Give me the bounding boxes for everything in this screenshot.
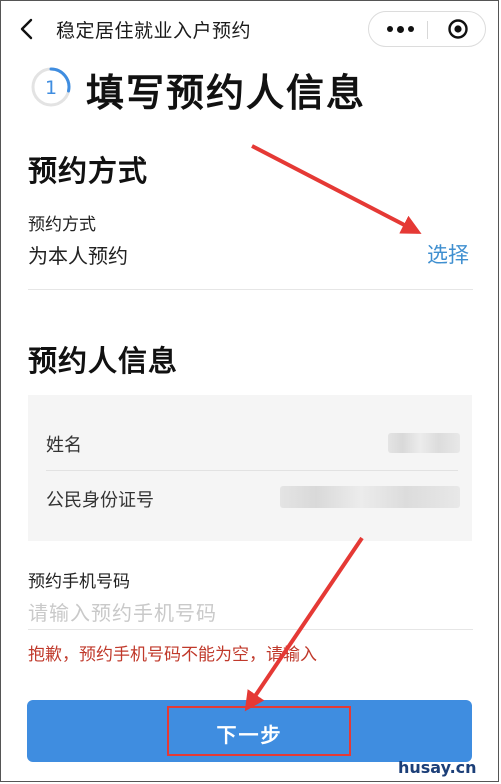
- nav-bar: 稳定居住就业入户预约: [0, 0, 501, 58]
- annotation-arrow-to-select: [251, 144, 422, 234]
- step-title: 填写预约人信息: [86, 71, 367, 115]
- booking-method-value: 为本人预约: [28, 244, 128, 268]
- step-progress-icon: 1: [31, 67, 71, 107]
- annotation-arrow-to-next: [244, 536, 364, 712]
- close-target-icon[interactable]: [447, 18, 469, 40]
- booking-method-label: 预约方式: [28, 215, 96, 235]
- step-number: 1: [45, 77, 57, 99]
- phone-input[interactable]: 请输入预约手机号码: [28, 597, 217, 626]
- phone-label: 预约手机号码: [28, 572, 130, 592]
- page-title: 稳定居住就业入户预约: [56, 20, 252, 42]
- mini-program-capsule: [368, 11, 486, 47]
- booker-info-heading: 预约人信息: [28, 344, 179, 378]
- annotation-arrows: [244, 144, 422, 712]
- id-number-label: 公民身份证号: [46, 490, 154, 511]
- more-icon[interactable]: [383, 22, 417, 36]
- booker-info-card: [28, 395, 472, 541]
- divider: [28, 289, 473, 290]
- divider: [28, 629, 473, 630]
- phone-error-message: 抱歉，预约手机号码不能为空，请输入: [28, 645, 317, 665]
- name-label: 姓名: [46, 435, 82, 456]
- capsule-divider: [427, 21, 428, 39]
- watermark: husay.cn: [398, 758, 477, 777]
- annotation-highlight-box: [167, 706, 351, 756]
- divider: [46, 470, 458, 471]
- select-booking-method-link[interactable]: 选择: [427, 239, 469, 269]
- id-number-value-redacted: [280, 486, 460, 508]
- booking-method-heading: 预约方式: [28, 154, 149, 188]
- back-arrow-icon[interactable]: [18, 18, 38, 40]
- name-value-redacted: [388, 433, 460, 453]
